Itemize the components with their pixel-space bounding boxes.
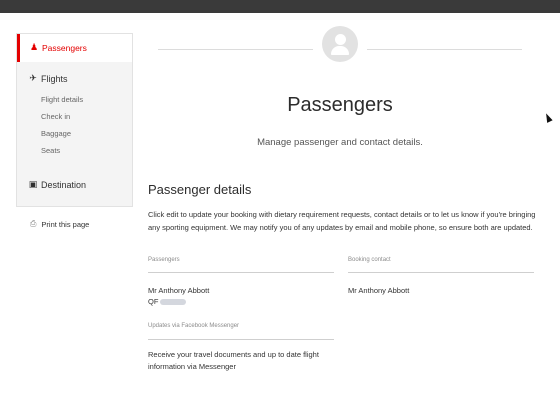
section-title: Passenger details <box>148 182 252 197</box>
passengers-label: Passengers <box>148 257 180 263</box>
sidebar-subitem-flight-details[interactable]: Flight details <box>41 95 83 104</box>
print-page-link[interactable]: ⎙ Print this page <box>30 219 89 229</box>
sidebar-subitem-check-in[interactable]: Check in <box>41 112 70 121</box>
airplane-icon: ✈ <box>29 73 37 83</box>
camera-icon: ▣ <box>28 179 38 189</box>
messenger-text: Receive your travel documents and up to … <box>148 350 319 371</box>
sidebar-item-flights[interactable]: ✈ Flights <box>28 73 68 84</box>
frequent-flyer-prefix: QF <box>148 297 159 306</box>
printer-icon: ⎙ <box>30 219 37 228</box>
booking-contact-name: Mr Anthony Abbott <box>348 286 410 295</box>
sidebar-nav: ♟ Passengers ✈ Flights Flight details Ch… <box>16 33 133 207</box>
section-description: Click edit to update your booking with d… <box>148 210 536 232</box>
page-subtitle: Manage passenger and contact details. <box>257 137 423 148</box>
booking-contact-label: Booking contact <box>348 257 391 263</box>
sidebar-item-label: Flights <box>41 73 68 84</box>
booking-contact-divider <box>348 272 534 273</box>
frequent-flyer-number: QF <box>148 296 187 307</box>
messenger-divider <box>148 339 334 340</box>
top-bar <box>0 0 560 13</box>
sidebar-subitem-baggage[interactable]: Baggage <box>41 129 71 138</box>
mouse-cursor-icon <box>543 112 553 123</box>
sidebar-item-label: Passengers <box>42 42 87 53</box>
print-page-label: Print this page <box>41 219 90 229</box>
person-icon: ♟ <box>29 42 39 52</box>
avatar-icon <box>322 26 358 62</box>
header-divider-right <box>367 49 522 50</box>
messenger-label: Updates via Facebook Messenger <box>148 323 240 329</box>
sidebar-item-passengers-row: ♟ Passengers <box>29 42 87 53</box>
sidebar-item-destination[interactable]: ▣ Destination <box>28 179 86 190</box>
sidebar-subitem-seats[interactable]: Seats <box>41 146 60 155</box>
redacted-number <box>160 299 187 306</box>
passenger-name: Mr Anthony Abbott <box>148 286 210 295</box>
page-title: Passengers <box>287 94 393 116</box>
header-divider-left <box>158 49 313 50</box>
passengers-divider <box>148 272 334 273</box>
sidebar-item-passengers[interactable]: ♟ Passengers <box>17 34 132 62</box>
sidebar-item-label: Destination <box>41 179 87 190</box>
